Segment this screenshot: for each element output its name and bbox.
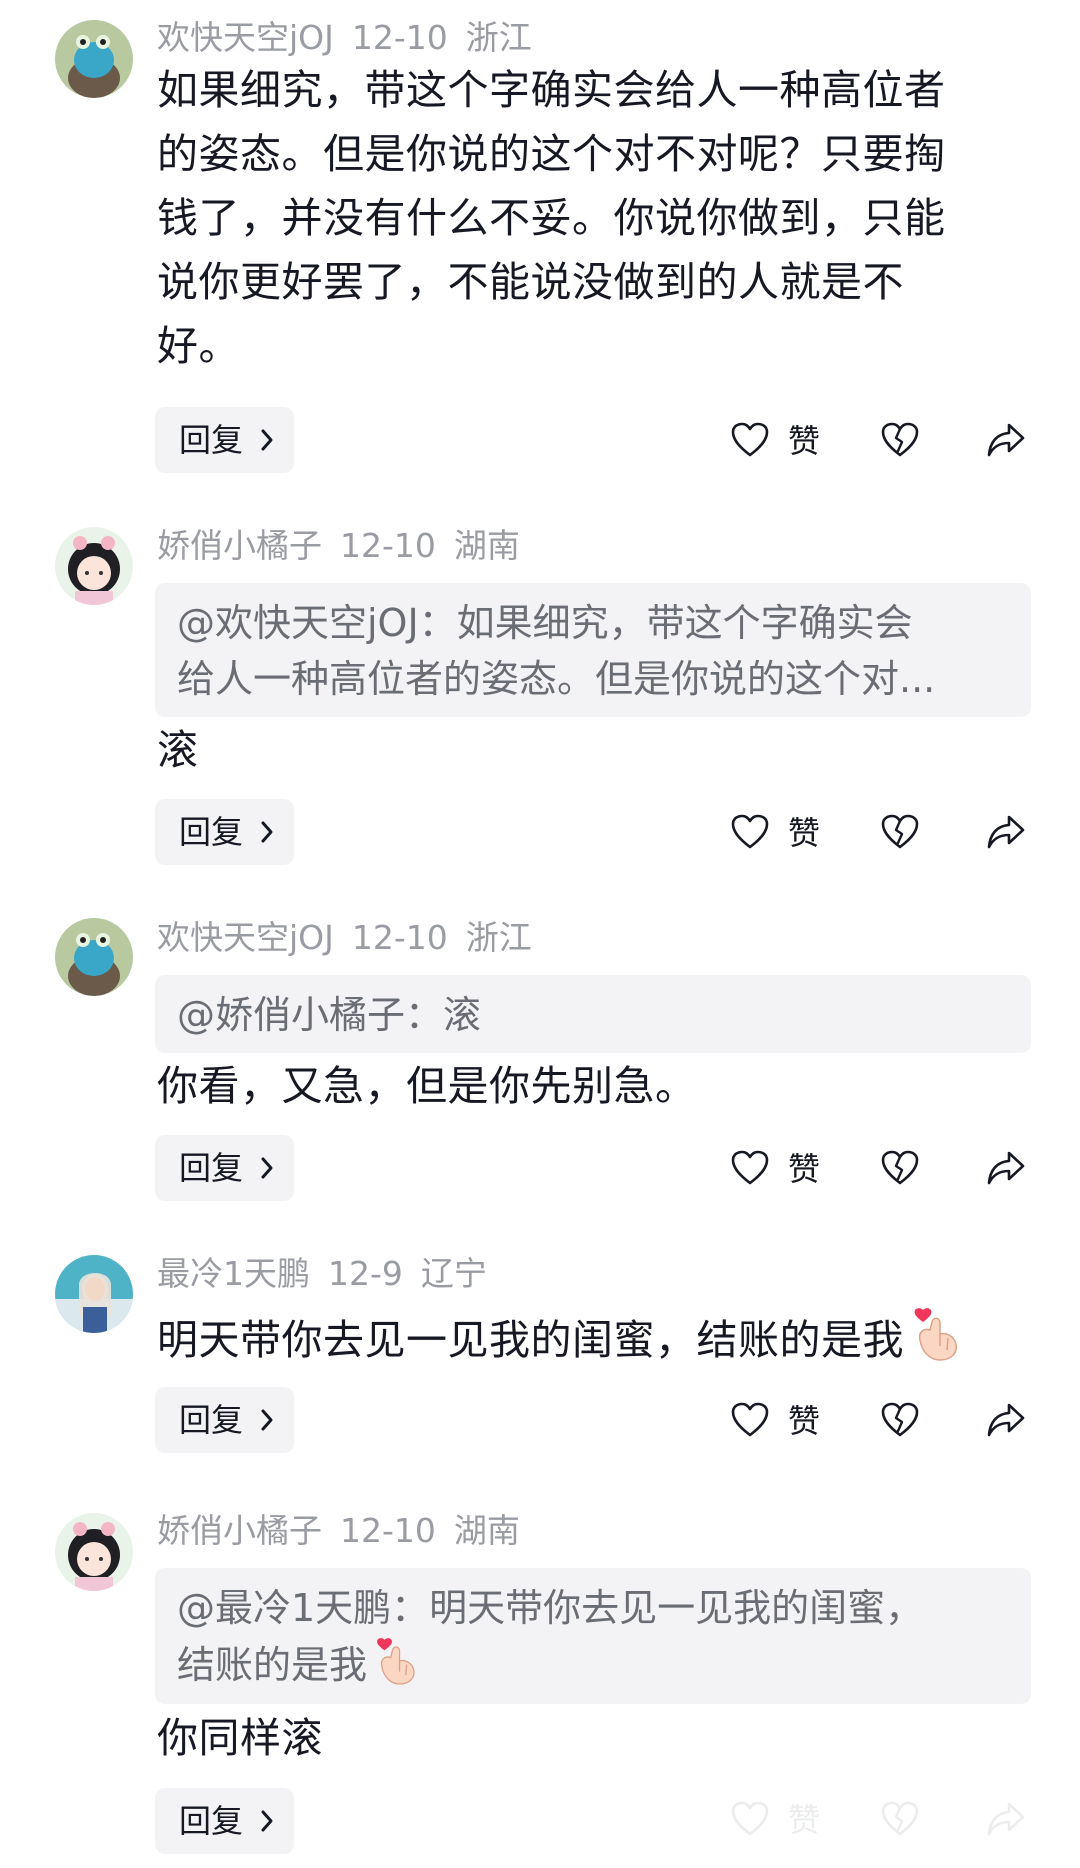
avatar-girl-image [55,527,133,605]
comment-actions: 赞 [0,411,1080,471]
heart-icon[interactable] [730,813,770,851]
comment-actions: 赞 [0,1790,1080,1850]
avatar[interactable] [55,20,133,98]
comment-text-line: 好。 [157,322,240,370]
avatar[interactable] [55,1255,133,1333]
comment-actions: 赞 [0,1139,1080,1199]
comment-date: 12-10 [351,918,448,957]
comment-actions: 赞 [0,1391,1080,1451]
broken-heart-icon[interactable] [880,1401,920,1439]
comment-text: 如果细究，带这个字确实会给人一种高位者 的姿态。但是你说的这个对不对呢？只要掏 … [157,58,1037,378]
comment-meta: 娇俏小橘子 12-10 湖南 [157,1511,538,1551]
comment-date: 12-9 [328,1254,403,1293]
share-icon[interactable] [985,421,1027,459]
comment-text-line: 的姿态。但是你说的这个对不对呢？只要掏 [157,130,946,178]
comment-text-line: 你看，又急，但是你先别急。 [157,1062,697,1110]
broken-heart-icon[interactable] [880,421,920,459]
avatar-snail-image [55,918,133,996]
broken-heart-icon[interactable] [880,1800,920,1838]
comment-location: 湖南 [453,1511,520,1550]
heart-icon[interactable] [730,1401,770,1439]
comment-location: 浙江 [465,918,532,957]
username[interactable]: 娇俏小橘子 [157,526,322,565]
like-label[interactable]: 赞 [788,419,820,463]
comment-meta: 最冷1天鹏 12-9 辽宁 [157,1254,505,1294]
share-icon[interactable] [985,1149,1027,1187]
comment-text-line: 钱了，并没有什么不妥。你说你做到，只能 [157,194,946,242]
quote-line: 给人一种高位者的姿态。但是你说的这个对... [177,657,936,701]
comment-text-line: 滚 [157,726,199,774]
like-label[interactable]: 赞 [788,1147,820,1191]
comment-location: 辽宁 [420,1254,487,1293]
avatar[interactable] [55,918,133,996]
comment-date: 12-10 [351,18,448,57]
comment-text: 明天带你去见一见我的闺蜜，结账的是我 [157,1306,1037,1372]
quote-line: @娇俏小橘子：滚 [177,993,482,1037]
broken-heart-icon[interactable] [880,1149,920,1187]
share-icon[interactable] [985,1800,1027,1838]
like-label[interactable]: 赞 [788,1798,820,1842]
heart-icon[interactable] [730,1149,770,1187]
comment-text-line: 如果细究，带这个字确实会给人一种高位者 [157,66,946,114]
username[interactable]: 欢快天空jOJ [157,918,334,957]
broken-heart-icon[interactable] [880,813,920,851]
username[interactable]: 娇俏小橘子 [157,1511,322,1550]
comment-actions: 赞 [0,803,1080,863]
comment-text-line: 说你更好罢了，不能说没做到的人就是不 [157,258,904,306]
like-label[interactable]: 赞 [788,811,820,855]
heart-icon[interactable] [730,1800,770,1838]
comment-meta: 娇俏小橘子 12-10 湖南 [157,526,538,566]
finger-heart-emoji-icon [377,1638,415,1685]
comment-text: 你看，又急，但是你先别急。 [157,1054,1037,1118]
comment-text-content: 明天带你去见一见我的闺蜜，结账的是我 [157,1316,904,1364]
share-icon[interactable] [985,813,1027,851]
comment-location: 湖南 [453,526,520,565]
quote-line: @最冷1天鹏：明天带你去见一见我的闺蜜， [177,1586,924,1630]
quote-line: @欢快天空jOJ：如果细究，带这个字确实会 [177,601,913,645]
like-label[interactable]: 赞 [788,1399,820,1443]
avatar-snail-image [55,20,133,98]
quote-line-text: 结账的是我 [177,1643,368,1687]
comment-meta: 欢快天空jOJ 12-10 浙江 [157,18,550,58]
username[interactable]: 欢快天空jOJ [157,18,334,57]
comment-text-line: 明天带你去见一见我的闺蜜，结账的是我 [157,1306,1037,1372]
username[interactable]: 最冷1天鹏 [157,1254,310,1293]
comment-location: 浙江 [465,18,532,57]
avatar-girl-image [55,1513,133,1591]
quote-line: 结账的是我 [177,1636,1009,1693]
comment-date: 12-10 [340,526,436,565]
comment-meta: 欢快天空jOJ 12-10 浙江 [157,918,550,958]
avatar[interactable] [55,1513,133,1591]
avatar-photo-image [55,1255,133,1333]
quoted-comment[interactable]: @娇俏小橘子：滚 [155,975,1031,1053]
quoted-comment[interactable]: @最冷1天鹏：明天带你去见一见我的闺蜜， 结账的是我 [155,1568,1031,1704]
avatar[interactable] [55,527,133,605]
comment-text: 滚 [157,718,1037,782]
share-icon[interactable] [985,1401,1027,1439]
heart-icon[interactable] [730,421,770,459]
finger-heart-emoji-icon [914,1308,958,1361]
comment-text: 你同样滚 [157,1706,1037,1770]
quoted-comment[interactable]: @欢快天空jOJ：如果细究，带这个字确实会 给人一种高位者的姿态。但是你说的这个… [155,583,1031,717]
comment-date: 12-10 [340,1511,436,1550]
comment-text-line: 你同样滚 [157,1714,323,1762]
